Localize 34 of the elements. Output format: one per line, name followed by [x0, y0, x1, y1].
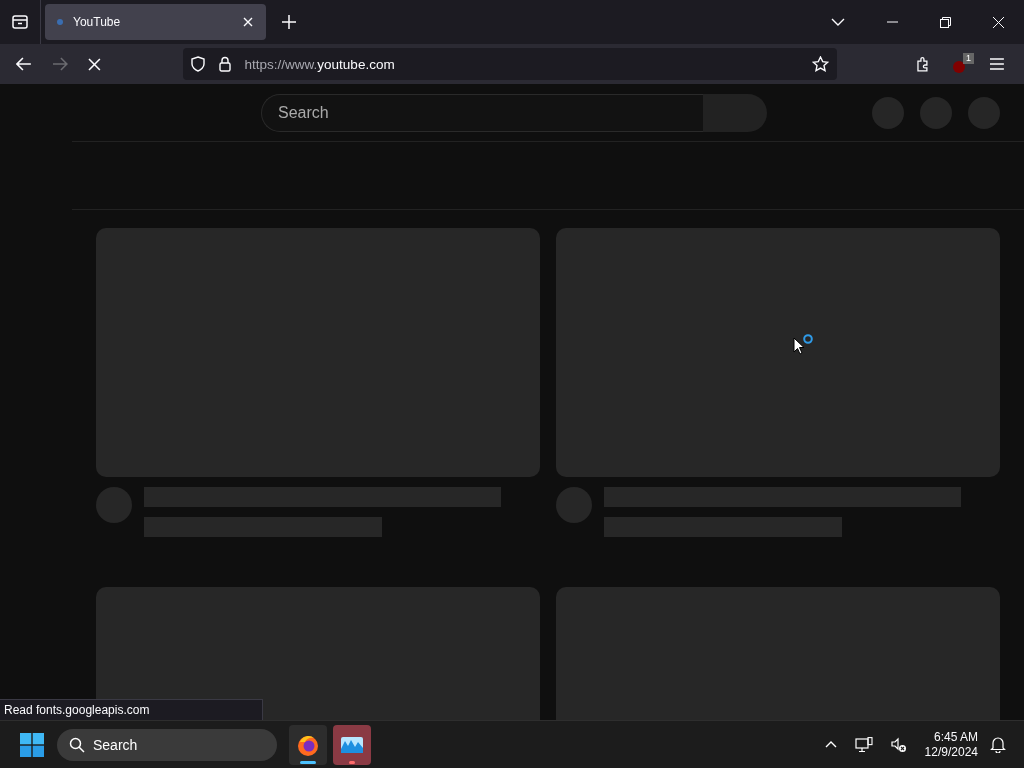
- menu-icon[interactable]: [990, 58, 1004, 70]
- close-icon[interactable]: [993, 16, 1004, 28]
- notification-bell-icon[interactable]: [990, 736, 1006, 753]
- forward-icon[interactable]: [51, 57, 68, 71]
- status-text: Read fonts.googleapis.com: [0, 699, 263, 720]
- placeholder-circle: [968, 96, 1000, 129]
- avatar-placeholder: [96, 487, 132, 523]
- new-tab-icon[interactable]: [282, 15, 296, 29]
- address-bar[interactable]: https://www.youtube.com: [182, 48, 837, 80]
- bookmark-star-icon[interactable]: [811, 56, 829, 72]
- avatar-placeholder: [556, 487, 592, 523]
- search-field[interactable]: Search: [261, 93, 703, 132]
- start-icon[interactable]: [20, 732, 44, 757]
- chevron-up-icon[interactable]: [824, 741, 837, 748]
- back-icon[interactable]: [16, 57, 32, 71]
- clock[interactable]: 6:45 AM 12/9/2024: [924, 729, 978, 760]
- shield-icon[interactable]: [190, 56, 205, 72]
- restore-icon[interactable]: [940, 16, 951, 28]
- placeholder-circle: [920, 96, 952, 129]
- stop-icon[interactable]: [87, 57, 101, 71]
- puzzle-icon[interactable]: [914, 56, 931, 72]
- lock-icon[interactable]: [218, 56, 231, 72]
- tab-list-dropdown-icon[interactable]: [831, 18, 845, 26]
- search-icon: [69, 736, 85, 753]
- placeholder-circle: [872, 96, 904, 129]
- network-icon[interactable]: [854, 736, 873, 753]
- taskbar-search-field[interactable]: Search: [57, 728, 277, 761]
- mountain-picture-icon: [340, 734, 364, 755]
- browser-app-button[interactable]: [289, 724, 327, 765]
- url-text: https://www.youtube.com: [244, 56, 395, 72]
- muted-speaker-icon[interactable]: [890, 736, 907, 753]
- browser-tab[interactable]: YouTube: [45, 4, 266, 40]
- photos-app-button[interactable]: [333, 724, 371, 765]
- close-icon[interactable]: [242, 16, 254, 28]
